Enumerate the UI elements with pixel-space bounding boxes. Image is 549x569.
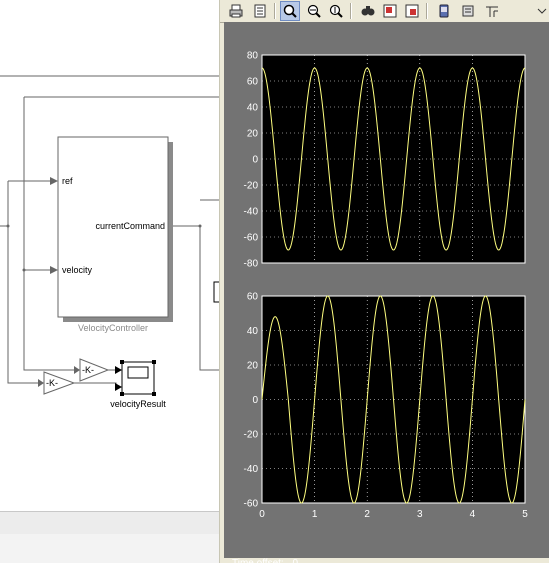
toolbar-separator (426, 3, 428, 19)
x-tick-label: 4 (470, 509, 476, 520)
toolbar-separator (350, 3, 352, 19)
time-offset-value: 0 (292, 558, 299, 569)
zoom-x-icon[interactable] (304, 1, 324, 21)
parameters-icon[interactable] (250, 1, 270, 21)
status-bar-lower (0, 534, 220, 563)
scope-figure: 80 60 40 20 0 -20 -40 -60 -80 60 40 20 0 -20 -40 -60 0 1 2… (224, 22, 549, 569)
save-axes-icon[interactable] (380, 1, 400, 21)
y-tick-label: 60 (247, 77, 259, 88)
selection-handle[interactable] (120, 392, 124, 396)
port-label-velocity: velocity (62, 265, 93, 275)
print-icon[interactable] (226, 1, 246, 21)
selection-handle[interactable] (152, 360, 156, 364)
arrow-head (50, 177, 58, 185)
model-canvas[interactable]: ref velocity currentCommand VelocityCont… (0, 0, 220, 563)
scope-window[interactable]: 80 60 40 20 0 -20 -40 -60 -80 60 40 20 0 -20 -40 -60 0 1 2… (219, 0, 549, 569)
selection-handle[interactable] (152, 392, 156, 396)
signal-line[interactable] (170, 225, 220, 371)
block-name-velocity-result[interactable]: velocityResult (110, 399, 166, 409)
time-offset: Time offset: 0 (232, 558, 304, 569)
x-tick-label: 0 (259, 509, 265, 520)
y-tick-label: 20 (247, 129, 259, 140)
chevron-down-icon[interactable] (532, 1, 549, 21)
y-tick-label: 60 (247, 292, 259, 303)
branch-point (6, 224, 10, 228)
arrow-head (50, 266, 58, 274)
x-tick-label: 2 (364, 509, 370, 520)
scope-toolbar (220, 0, 549, 23)
zoom-icon[interactable] (280, 1, 300, 21)
x-tick-label: 1 (312, 509, 318, 520)
signal-selector-icon[interactable] (482, 1, 502, 21)
branch-point (198, 224, 202, 228)
lock-axes-icon[interactable] (458, 1, 478, 21)
status-bar (0, 511, 220, 536)
autoscale-icon[interactable] (358, 1, 378, 21)
port-label-ref: ref (62, 176, 73, 186)
y-tick-label: -20 (244, 181, 259, 192)
toolbar-separator (274, 3, 276, 19)
y-tick-label: 40 (247, 103, 259, 114)
arrow-head (115, 366, 122, 374)
y-tick-label: 80 (247, 51, 259, 62)
floating-scope-icon[interactable] (434, 1, 454, 21)
port-label-current-command: currentCommand (95, 221, 165, 231)
y-tick-label: -20 (244, 430, 259, 441)
block-name-velocity-controller[interactable]: VelocityController (78, 323, 148, 333)
y-tick-label: 40 (247, 326, 259, 337)
scope-plots: 806040200-20-40-60-806040200-20-40-600 1 2… (244, 51, 529, 521)
branch-point (22, 268, 26, 272)
y-tick-label: -40 (244, 207, 259, 218)
gain-label: -K- (46, 378, 58, 388)
zoom-y-icon[interactable] (326, 1, 346, 21)
y-tick-label: -60 (244, 233, 259, 244)
arrow-head (74, 366, 80, 374)
time-offset-label: Time offset: (232, 558, 284, 569)
gain-label: -K- (82, 365, 94, 375)
y-tick-label: 0 (252, 395, 258, 406)
y-tick-label: -60 (244, 499, 259, 510)
model-diagram: ref velocity currentCommand VelocityCont… (0, 75, 220, 409)
signal-line[interactable] (74, 382, 120, 388)
arrow-head (38, 379, 44, 387)
selection-handle[interactable] (120, 360, 124, 364)
y-tick-label: 0 (252, 155, 258, 166)
y-tick-label: -80 (244, 259, 259, 270)
y-tick-label: -40 (244, 464, 259, 475)
scope-screen (127, 366, 149, 379)
restore-axes-icon[interactable] (402, 1, 422, 21)
x-tick-label: 5 (522, 509, 528, 520)
y-tick-label: 20 (247, 361, 259, 372)
arrow-head (115, 383, 122, 391)
signal-line[interactable] (7, 181, 42, 384)
x-tick-label: 3 (417, 509, 423, 520)
